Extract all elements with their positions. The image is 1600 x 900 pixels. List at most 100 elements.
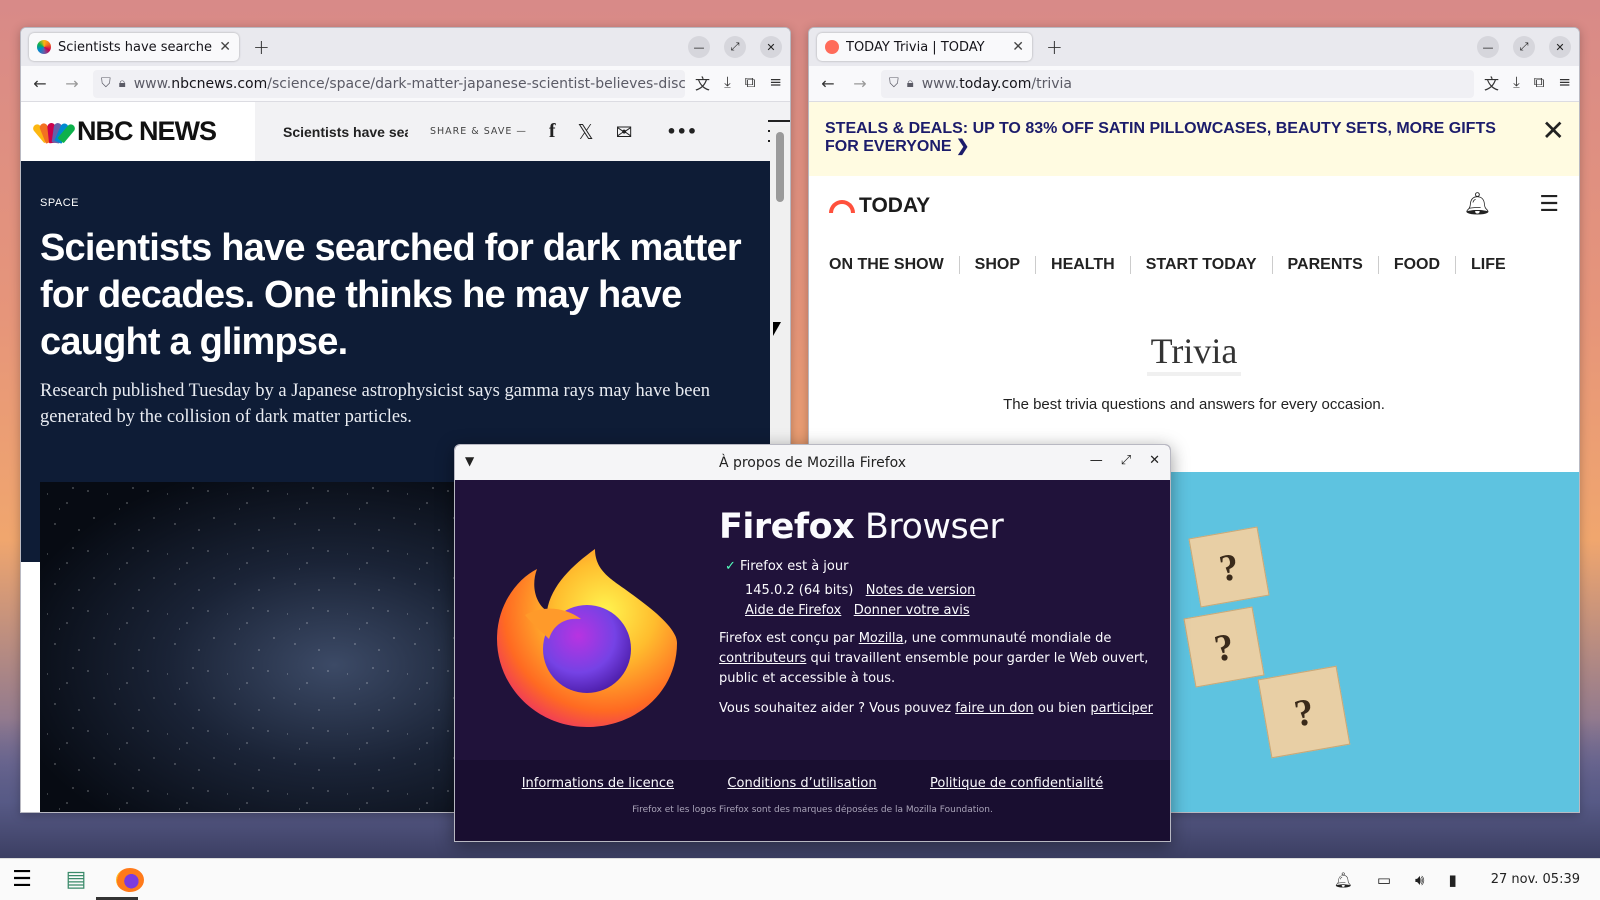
email-icon[interactable]: ✉ — [616, 120, 633, 144]
maximize-button[interactable]: ⤢ — [1513, 36, 1535, 58]
tab-title: Scientists have searched f — [58, 39, 213, 55]
nav-item-health[interactable]: HEALTH — [1036, 256, 1131, 274]
nav-item-shop[interactable]: SHOP — [960, 256, 1037, 274]
scrollbar-thumb[interactable] — [776, 132, 784, 202]
check-icon: ✓ — [725, 559, 736, 574]
close-tab-icon[interactable]: ✕ — [1012, 39, 1024, 55]
firefox-help-link[interactable]: Aide de Firefox — [745, 603, 841, 618]
bell-icon[interactable]: 🔔︎ — [1463, 192, 1491, 217]
battery-icon[interactable]: ▮ — [1448, 871, 1456, 889]
volume-icon[interactable]: 🔊︎ — [1415, 871, 1424, 889]
nav-item-start-today[interactable]: START TODAY — [1131, 256, 1273, 274]
files-icon[interactable]: ▤ — [62, 867, 90, 892]
zorin-menu-icon[interactable]: ☰ — [8, 867, 36, 892]
article-category[interactable]: SPACE — [40, 197, 771, 209]
share-save-label[interactable]: SHARE & SAVE — — [430, 126, 527, 137]
maximize-button[interactable]: ⤢ — [1121, 453, 1131, 468]
promo-banner-text[interactable]: STEALS & DEALS: UP TO 83% OFF SATIN PILL… — [825, 120, 1496, 155]
nav-item-parents[interactable]: PARENTS — [1273, 256, 1379, 274]
update-status-text: Firefox est à jour — [740, 559, 849, 574]
question-dice: ? — [1188, 526, 1270, 608]
mozilla-link[interactable]: Mozilla — [859, 631, 904, 646]
toolbar-icons: 文 ⤓ ⧉ ≡ — [695, 73, 782, 94]
url-bar[interactable]: ⛉ 🔒︎ www.nbcnews.com/science/space/dark-… — [93, 69, 686, 98]
new-tab-button[interactable]: + — [253, 35, 270, 59]
url-bar[interactable]: ⛉ 🔒︎ www.today.com/trivia — [881, 69, 1475, 98]
back-button[interactable]: ← — [817, 74, 839, 93]
taskbar: ☰ ▤ 🔔︎ ▭ 🔊︎ ▮ 27 nov. 05:39 — [0, 858, 1600, 900]
lock-icon[interactable]: 🔒︎ — [907, 76, 914, 91]
lock-icon[interactable]: 🔒︎ — [119, 76, 126, 91]
nav-item-life[interactable]: LIFE — [1456, 256, 1521, 274]
donate-link[interactable]: faire un don — [955, 701, 1033, 716]
release-notes-link[interactable]: Notes de version — [866, 583, 976, 598]
x-twitter-icon[interactable]: 𝕏 — [578, 120, 594, 144]
dialog-menu-icon[interactable]: ▼ — [465, 454, 474, 468]
minimize-button[interactable]: — — [1090, 453, 1103, 468]
trademark-notice: Firefox et les logos Firefox sont des ma… — [632, 805, 993, 815]
dialog-title: À propos de Mozilla Firefox — [718, 454, 907, 471]
tab-title: TODAY Trivia | TODAY — [846, 39, 985, 55]
sticky-title: Scientists have sear — [283, 123, 408, 140]
extensions-icon[interactable]: ⧉ — [745, 73, 756, 94]
privacy-link[interactable]: Politique de confidentialité — [930, 776, 1103, 791]
tab-nbc[interactable]: Scientists have searched f ✕ — [29, 33, 239, 61]
page-title: Trivia — [1146, 330, 1242, 376]
close-dialog-button[interactable]: ✕ — [1149, 453, 1160, 468]
taskbar-apps: ☰ ▤ — [6, 867, 144, 892]
extensions-icon[interactable]: ⧉ — [1534, 73, 1545, 94]
back-button[interactable]: ← — [29, 74, 51, 93]
participate-link[interactable]: participer — [1090, 701, 1153, 716]
nav-item-on-the-show[interactable]: ON THE SHOW — [829, 256, 960, 274]
more-options-icon[interactable]: ••• — [666, 122, 697, 141]
close-banner-icon[interactable]: ✕ — [1542, 117, 1565, 145]
article-dek: Research published Tuesday by a Japanese… — [40, 381, 710, 427]
notifications-bell-icon[interactable]: 🔔︎ — [1334, 871, 1353, 889]
new-tab-button[interactable]: + — [1046, 35, 1063, 59]
forward-button[interactable]: → — [61, 74, 83, 93]
feedback-link[interactable]: Donner votre avis — [854, 603, 970, 618]
about-firefox-dialog[interactable]: ▼ À propos de Mozilla Firefox — ⤢ ✕ Fire… — [454, 444, 1171, 842]
dialog-titlebar: ▼ À propos de Mozilla Firefox — ⤢ ✕ — [455, 445, 1170, 480]
license-link[interactable]: Informations de licence — [522, 776, 674, 791]
article-headline: Scientists have searched for dark matter… — [40, 227, 742, 363]
clock[interactable]: 27 nov. 05:39 — [1491, 872, 1580, 887]
promo-banner[interactable]: STEALS & DEALS: UP TO 83% OFF SATIN PILL… — [809, 102, 1579, 176]
article-sticky-bar: Scientists have sear SHARE & SAVE — f 𝕏 … — [255, 102, 790, 161]
translate-icon[interactable]: 文 — [695, 73, 710, 94]
terms-link[interactable]: Conditions d’utilisation — [727, 776, 876, 791]
help-line: Aide de Firefox Donner votre avis — [719, 601, 1153, 621]
close-window-button[interactable]: ✕ — [760, 36, 782, 58]
url-path: /science/space/dark-matter-japanese-scie… — [267, 75, 686, 92]
url-path: /trivia — [1031, 75, 1072, 92]
display-icon[interactable]: ▭ — [1377, 871, 1391, 889]
url-prefix: www. — [921, 75, 960, 92]
menu-icon[interactable]: ≡ — [769, 73, 782, 94]
url-domain: today.com — [959, 75, 1032, 92]
version-line: 145.0.2 (64 bits) Notes de version — [719, 581, 1153, 601]
facebook-icon[interactable]: f — [549, 120, 556, 143]
footer-links: Informations de licence Conditions d’uti… — [455, 760, 1170, 791]
close-tab-icon[interactable]: ✕ — [219, 39, 231, 55]
contributors-link[interactable]: contributeurs — [719, 651, 806, 666]
nav-item-food[interactable]: FOOD — [1379, 256, 1457, 274]
minimize-button[interactable]: — — [1477, 36, 1499, 58]
translate-icon[interactable]: 文 — [1484, 73, 1499, 94]
page-subtitle: The best trivia questions and answers fo… — [1003, 396, 1385, 413]
window-controls: — ⤢ ✕ — [1477, 36, 1571, 58]
today-logo[interactable]: TODAY — [829, 194, 930, 218]
maximize-button[interactable]: ⤢ — [724, 36, 746, 58]
tab-today[interactable]: TODAY Trivia | TODAY ✕ — [817, 33, 1032, 61]
shield-icon[interactable]: ⛉ — [101, 76, 111, 91]
forward-button[interactable]: → — [849, 74, 871, 93]
download-icon[interactable]: ⤓ — [1513, 73, 1520, 94]
hamburger-menu-icon[interactable]: ☰ — [1539, 192, 1559, 217]
minimize-button[interactable]: — — [688, 36, 710, 58]
header-icons: 🔔︎ ☰ — [1463, 192, 1559, 217]
close-window-button[interactable]: ✕ — [1549, 36, 1571, 58]
download-icon[interactable]: ⤓ — [724, 73, 731, 94]
firefox-taskbar-icon[interactable] — [116, 867, 144, 892]
menu-icon[interactable]: ≡ — [1558, 73, 1571, 94]
nbc-logo[interactable]: NBC NEWS — [21, 102, 255, 161]
shield-icon[interactable]: ⛉ — [889, 76, 899, 91]
